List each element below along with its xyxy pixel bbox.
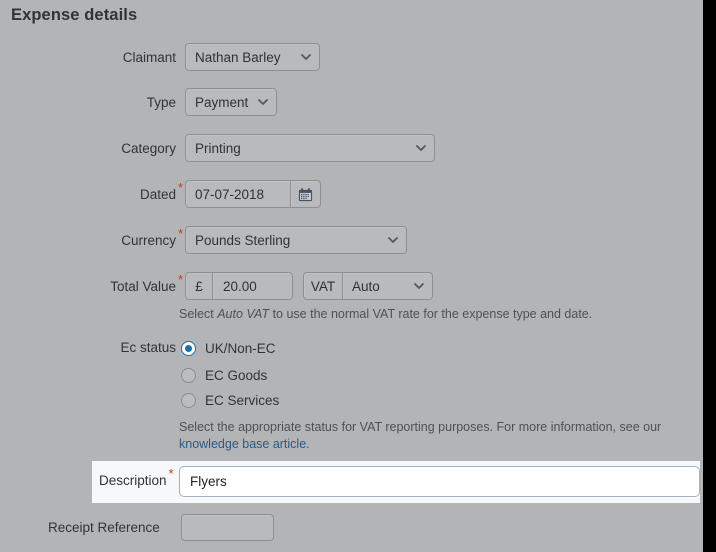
category-label: Category: [121, 140, 176, 156]
form-row-type: Type Payment: [0, 88, 680, 116]
chevron-down-icon: [258, 97, 268, 106]
form-row-total-value: Total Value * £ 20.00 VAT Auto: [0, 272, 680, 300]
vat-help-suffix: to use the normal VAT rate for the expen…: [269, 307, 593, 321]
claimant-value: Nathan Barley: [195, 49, 281, 65]
receipt-reference-input[interactable]: [181, 514, 274, 541]
expense-details-form: Expense details Claimant Nathan Barley T…: [0, 0, 703, 552]
currency-label: Currency *: [121, 225, 183, 248]
receipt-reference-label: Receipt Reference: [48, 520, 160, 535]
required-marker: *: [168, 466, 174, 481]
radio-button-ec-goods[interactable]: [181, 368, 196, 383]
amount-value: 20.00: [223, 278, 257, 294]
chevron-down-icon: [301, 52, 311, 61]
vat-label: VAT: [303, 272, 343, 300]
ec-status-help-prefix: Select the appropriate status for VAT re…: [179, 420, 662, 434]
form-row-currency: Currency * Pounds Sterling: [0, 226, 680, 254]
claimant-select[interactable]: Nathan Barley: [185, 43, 320, 71]
radio-label-ec-services: EC Services: [205, 393, 280, 408]
type-select[interactable]: Payment: [185, 88, 277, 116]
description-input[interactable]: Flyers: [179, 466, 700, 497]
form-row-category: Category Printing: [0, 134, 680, 162]
type-label: Type: [146, 94, 176, 110]
knowledge-base-article-link[interactable]: knowledge base article: [179, 437, 306, 451]
required-marker: *: [177, 271, 183, 287]
ec-status-help-suffix: .: [306, 437, 310, 451]
amount-input[interactable]: 20.00: [213, 272, 293, 300]
required-marker: *: [177, 179, 183, 195]
currency-value: Pounds Sterling: [195, 232, 291, 248]
claimant-label: Claimant: [122, 49, 176, 65]
radio-option-ec-services[interactable]: EC Services: [181, 393, 279, 408]
description-value: Flyers: [190, 474, 227, 489]
radio-option-uk-non-ec[interactable]: UK/Non-EC: [181, 341, 276, 356]
radio-label-uk-non-ec: UK/Non-EC: [205, 341, 276, 356]
required-marker: *: [177, 225, 183, 241]
radio-option-ec-goods[interactable]: EC Goods: [181, 368, 267, 383]
page-title: Expense details: [11, 6, 138, 24]
dated-label: Dated *: [139, 179, 183, 202]
chevron-down-icon: [388, 235, 398, 244]
vat-select[interactable]: Auto: [343, 272, 433, 300]
category-value: Printing: [195, 140, 241, 156]
calendar-icon: [298, 187, 313, 202]
dated-value: 07-07-2018: [195, 186, 265, 202]
right-edge-strip: [703, 0, 716, 552]
currency-symbol: £: [185, 272, 213, 300]
description-label: Description *: [99, 466, 174, 488]
radio-button-uk-non-ec[interactable]: [181, 341, 196, 356]
vat-help-text: Select Auto VAT to use the normal VAT ra…: [179, 306, 679, 323]
type-value: Payment: [195, 94, 249, 110]
dated-field-group: 07-07-2018: [185, 180, 321, 208]
vat-help-emphasis: Auto VAT: [217, 307, 270, 321]
radio-button-ec-services[interactable]: [181, 393, 196, 408]
vat-help-prefix: Select: [179, 307, 218, 321]
form-row-dated: Dated * 07-07-2018: [0, 180, 680, 208]
total-value-label: Total Value *: [110, 271, 183, 294]
vat-value: Auto: [352, 278, 380, 294]
calendar-picker-button[interactable]: [291, 180, 321, 208]
form-row-claimant: Claimant Nathan Barley: [0, 43, 680, 71]
total-value-group: £ 20.00 VAT Auto: [185, 272, 433, 300]
chevron-down-icon: [416, 143, 426, 152]
dated-input[interactable]: 07-07-2018: [185, 180, 291, 208]
currency-select[interactable]: Pounds Sterling: [185, 226, 407, 254]
chevron-down-icon: [414, 281, 424, 290]
ec-status-label: Ec status: [120, 340, 176, 355]
category-select[interactable]: Printing: [185, 134, 435, 162]
ec-status-help-text: Select the appropriate status for VAT re…: [179, 419, 694, 453]
radio-label-ec-goods: EC Goods: [205, 368, 268, 383]
